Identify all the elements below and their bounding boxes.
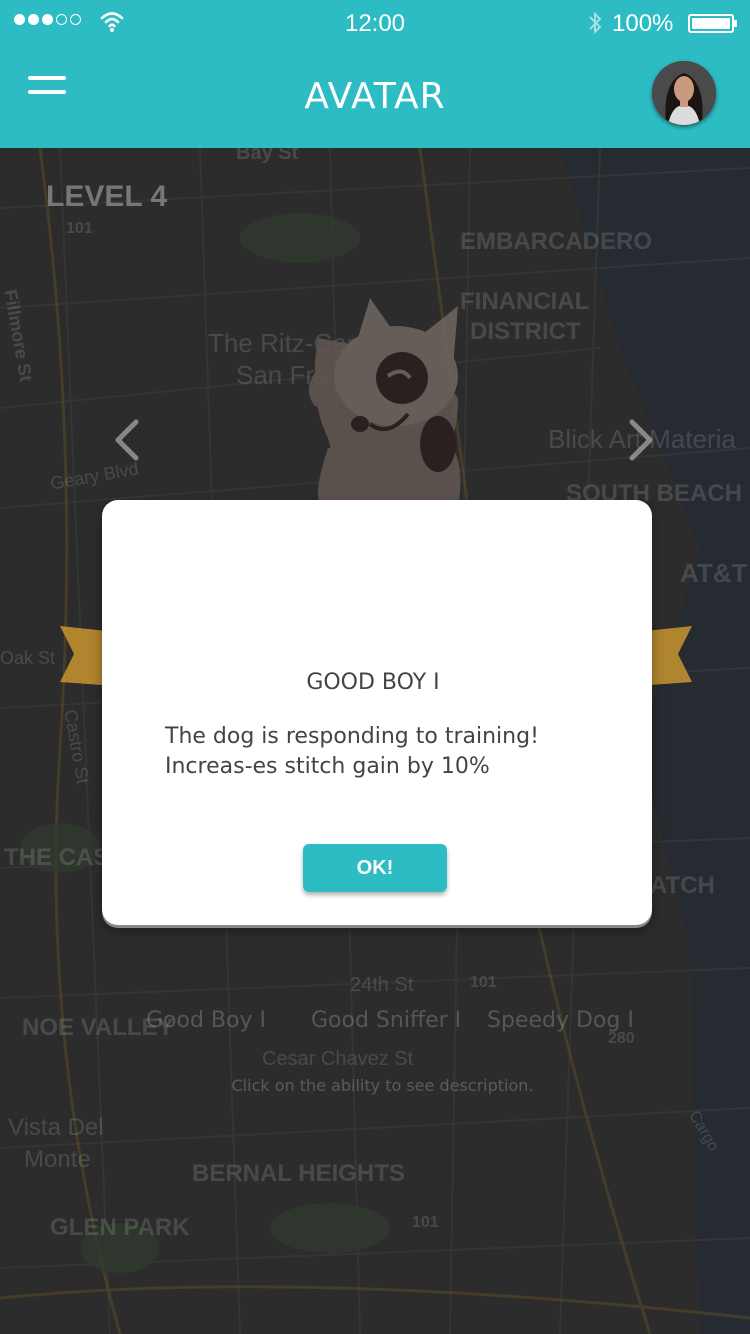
map-label: Vista Del [8, 1114, 104, 1141]
map-label: 101 [470, 974, 497, 991]
map-label: GLEN PARK [50, 1214, 190, 1241]
map-label: DISTRICT [470, 318, 581, 345]
map-label: 24th St [350, 974, 414, 996]
ok-button[interactable]: OK! [303, 844, 447, 892]
map-label: 101 [412, 1214, 439, 1231]
bluetooth-icon [589, 11, 602, 35]
map-label: Bay St [236, 148, 299, 164]
level-label: LEVEL 4 [46, 180, 168, 213]
ability-speedy-dog[interactable]: Speedy Dog I [487, 1008, 634, 1033]
ability-hint: Click on the ability to see description. [231, 1076, 534, 1095]
map-label: ATCH [650, 872, 715, 899]
map-label: THE CAS [4, 844, 110, 871]
status-bar: 12:00 100% [0, 0, 750, 48]
dialog-description: The dog is responding to training! Incre… [165, 724, 539, 779]
dialog-title: GOOD BOY I [306, 670, 440, 695]
page-title: AVATAR [304, 76, 446, 117]
ability-good-boy[interactable]: Good Boy I [146, 1008, 266, 1033]
dog-avatar-icon [308, 298, 461, 508]
map-label: AT&T [680, 558, 748, 588]
ability-good-sniffer[interactable]: Good Sniffer I [311, 1008, 461, 1033]
map-label: Oak St [0, 648, 56, 668]
chevron-right-icon[interactable] [620, 416, 660, 464]
map-label: EMBARCADERO [460, 228, 652, 255]
map-label: 101 [66, 220, 93, 237]
map-label: FINANCIAL [460, 288, 590, 315]
map-label: BERNAL HEIGHTS [192, 1160, 405, 1187]
ability-dialog: GOOD BOY I The dog is responding to trai… [102, 500, 652, 925]
battery-percentage: 100% [612, 10, 674, 37]
map-label: Monte [24, 1146, 91, 1173]
profile-avatar[interactable] [652, 61, 716, 125]
map-label: Cesar Chavez St [262, 1048, 414, 1070]
chevron-left-icon[interactable] [108, 416, 148, 464]
nav-bar: AVATAR [0, 48, 750, 148]
battery-icon [688, 14, 737, 33]
